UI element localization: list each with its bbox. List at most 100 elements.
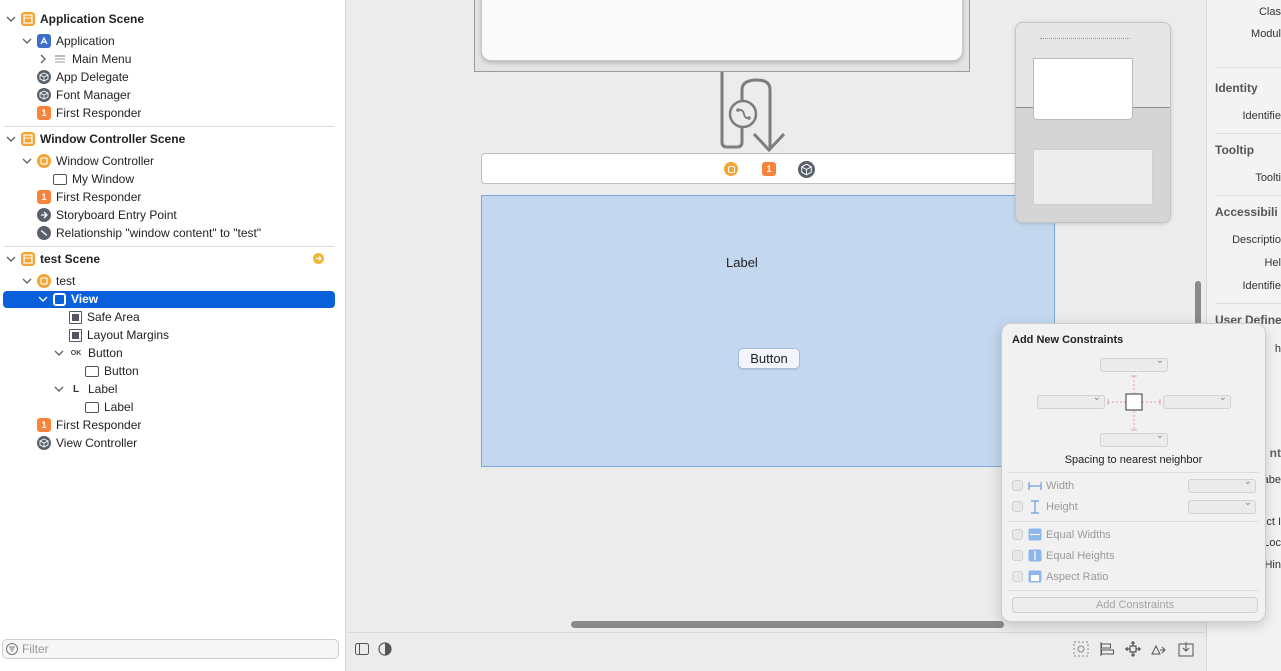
minimap[interactable] xyxy=(1015,22,1171,223)
outline-item-button-cell[interactable]: Button xyxy=(85,362,139,380)
tooltip-label: Toolti xyxy=(1255,172,1281,184)
outline-item-label[interactable]: L Label xyxy=(69,380,117,398)
width-value-select[interactable] xyxy=(1188,476,1256,493)
toggle-outline-icon[interactable] xyxy=(354,641,370,657)
cell-icon xyxy=(85,365,99,377)
cell-icon xyxy=(85,401,99,413)
equal-widths-checkbox[interactable] xyxy=(1012,529,1023,540)
height-label: Height xyxy=(1046,501,1078,513)
disclosure-open-icon[interactable] xyxy=(54,384,64,394)
spacing-caption: Spacing to nearest neighbor xyxy=(1064,454,1203,466)
embed-in-icon[interactable] xyxy=(1178,641,1194,657)
update-frames-icon[interactable] xyxy=(1073,641,1089,657)
disclosure-open-icon[interactable] xyxy=(6,14,16,24)
identifier-label: Identifie xyxy=(1242,110,1281,122)
filter-field[interactable] xyxy=(2,639,339,659)
add-constraints-button[interactable]: Add Constraints xyxy=(1012,597,1258,613)
accessibility-section[interactable]: Accessibili xyxy=(1215,205,1278,219)
outline-item-button[interactable]: OK Button xyxy=(69,344,123,362)
go-to-arrow-icon[interactable] xyxy=(313,253,324,264)
align-icon[interactable] xyxy=(1099,641,1115,657)
disclosure-open-icon[interactable] xyxy=(22,276,32,286)
button[interactable]: Button xyxy=(738,348,800,369)
button-icon: OK xyxy=(70,349,82,357)
outline-item-view-controller[interactable]: View Controller xyxy=(37,434,137,452)
aspect-ratio-label: Aspect Ratio xyxy=(1046,571,1109,583)
constraint-spacing-icon[interactable] xyxy=(1106,374,1162,432)
outline-item-first-responder[interactable]: 1 First Responder xyxy=(37,416,141,434)
identity-section[interactable]: Identity xyxy=(1215,81,1258,95)
height-checkbox[interactable] xyxy=(1012,501,1023,512)
segue-arrow-icon[interactable] xyxy=(712,72,792,152)
outline-item-first-responder[interactable]: 1 First Responder xyxy=(37,104,141,122)
outline-item-main-menu[interactable]: Main Menu xyxy=(53,50,131,68)
tooltip-section[interactable]: Tooltip xyxy=(1215,143,1254,157)
scene-icon xyxy=(21,12,35,26)
scene-application[interactable]: Application Scene xyxy=(21,10,144,28)
add-new-constraints-icon[interactable] xyxy=(1125,641,1141,657)
disclosure-open-icon[interactable] xyxy=(22,156,32,166)
scene-test[interactable]: test Scene xyxy=(21,250,100,268)
equal-widths-icon xyxy=(1028,528,1042,541)
disclosure-open-icon[interactable] xyxy=(6,254,16,264)
disclosure-closed-icon[interactable] xyxy=(38,54,48,64)
scene-window-controller[interactable]: Window Controller Scene xyxy=(21,130,185,148)
section-divider xyxy=(1215,303,1281,304)
popover-title: Add New Constraints xyxy=(1012,334,1124,346)
minimap-window xyxy=(1033,58,1133,120)
aspect-ratio-checkbox[interactable] xyxy=(1012,571,1023,582)
outline-item-font-manager[interactable]: Font Manager xyxy=(37,86,131,104)
equal-heights-checkbox[interactable] xyxy=(1012,550,1023,561)
selected-view[interactable]: Label Button xyxy=(481,195,1055,467)
equal-widths-label: Equal Widths xyxy=(1046,529,1111,541)
scene-title: Application Scene xyxy=(40,12,145,26)
outline-item-window-controller[interactable]: Window Controller xyxy=(37,152,154,170)
window-content[interactable] xyxy=(481,0,963,61)
cube-icon xyxy=(37,88,51,102)
leading-spacing-select[interactable] xyxy=(1037,392,1105,409)
equal-heights-label: Equal Heights xyxy=(1046,550,1115,562)
outline-item-storyboard-entry-point[interactable]: Storyboard Entry Point xyxy=(37,206,177,224)
bottom-spacing-select[interactable] xyxy=(1100,430,1168,447)
width-checkbox[interactable] xyxy=(1012,480,1023,491)
view-controller-icon xyxy=(37,274,51,288)
disclosure-open-icon[interactable] xyxy=(22,36,32,46)
outline-item-label-cell[interactable]: Label xyxy=(85,398,133,416)
filter-input[interactable] xyxy=(19,642,319,656)
disclosure-open-icon[interactable] xyxy=(6,134,16,144)
width-icon xyxy=(1028,482,1042,490)
document-outline: Application Scene Application Main Menu … xyxy=(0,0,346,671)
outline-item-first-responder[interactable]: 1 First Responder xyxy=(37,188,141,206)
appearance-icon[interactable] xyxy=(377,641,393,657)
minimap-menu xyxy=(1040,38,1130,41)
view-controller-icon[interactable] xyxy=(724,162,738,176)
outline-item-relationship[interactable]: Relationship "window content" to "test" xyxy=(37,224,261,242)
add-constraints-popover: Add New Constraints Spacing to nearest n… xyxy=(1001,323,1266,622)
height-value-select[interactable] xyxy=(1188,497,1256,514)
disclosure-open-icon[interactable] xyxy=(38,294,48,304)
section-divider xyxy=(1215,195,1281,196)
vertical-scrollbar[interactable] xyxy=(1195,281,1201,327)
label[interactable]: Label xyxy=(726,255,758,270)
outline-item-application[interactable]: Application xyxy=(37,32,115,50)
cube-icon[interactable] xyxy=(798,161,815,178)
trailing-spacing-select[interactable] xyxy=(1163,392,1231,409)
window-controller-icon xyxy=(37,154,51,168)
layout-margins-icon xyxy=(69,328,82,342)
description-label: Descriptio xyxy=(1232,234,1281,246)
aspect-ratio-icon xyxy=(1028,570,1042,583)
horizontal-scrollbar[interactable] xyxy=(571,621,1004,628)
outline-item-layout-margins[interactable]: Layout Margins xyxy=(69,326,169,344)
disclosure-open-icon[interactable] xyxy=(54,348,64,358)
outline-item-safe-area[interactable]: Safe Area xyxy=(69,308,140,326)
first-responder-icon[interactable]: 1 xyxy=(762,162,776,176)
resolve-issues-icon[interactable] xyxy=(1151,641,1167,657)
first-responder-icon: 1 xyxy=(37,106,51,120)
outline-item-app-delegate[interactable]: App Delegate xyxy=(37,68,129,86)
top-spacing-select[interactable] xyxy=(1100,355,1168,372)
outline-item-test[interactable]: test xyxy=(37,272,75,290)
height-icon xyxy=(1031,500,1039,514)
outline-item-my-window[interactable]: My Window xyxy=(53,170,134,188)
outline-item-view[interactable]: View xyxy=(53,290,98,308)
scene-divider xyxy=(4,246,334,247)
